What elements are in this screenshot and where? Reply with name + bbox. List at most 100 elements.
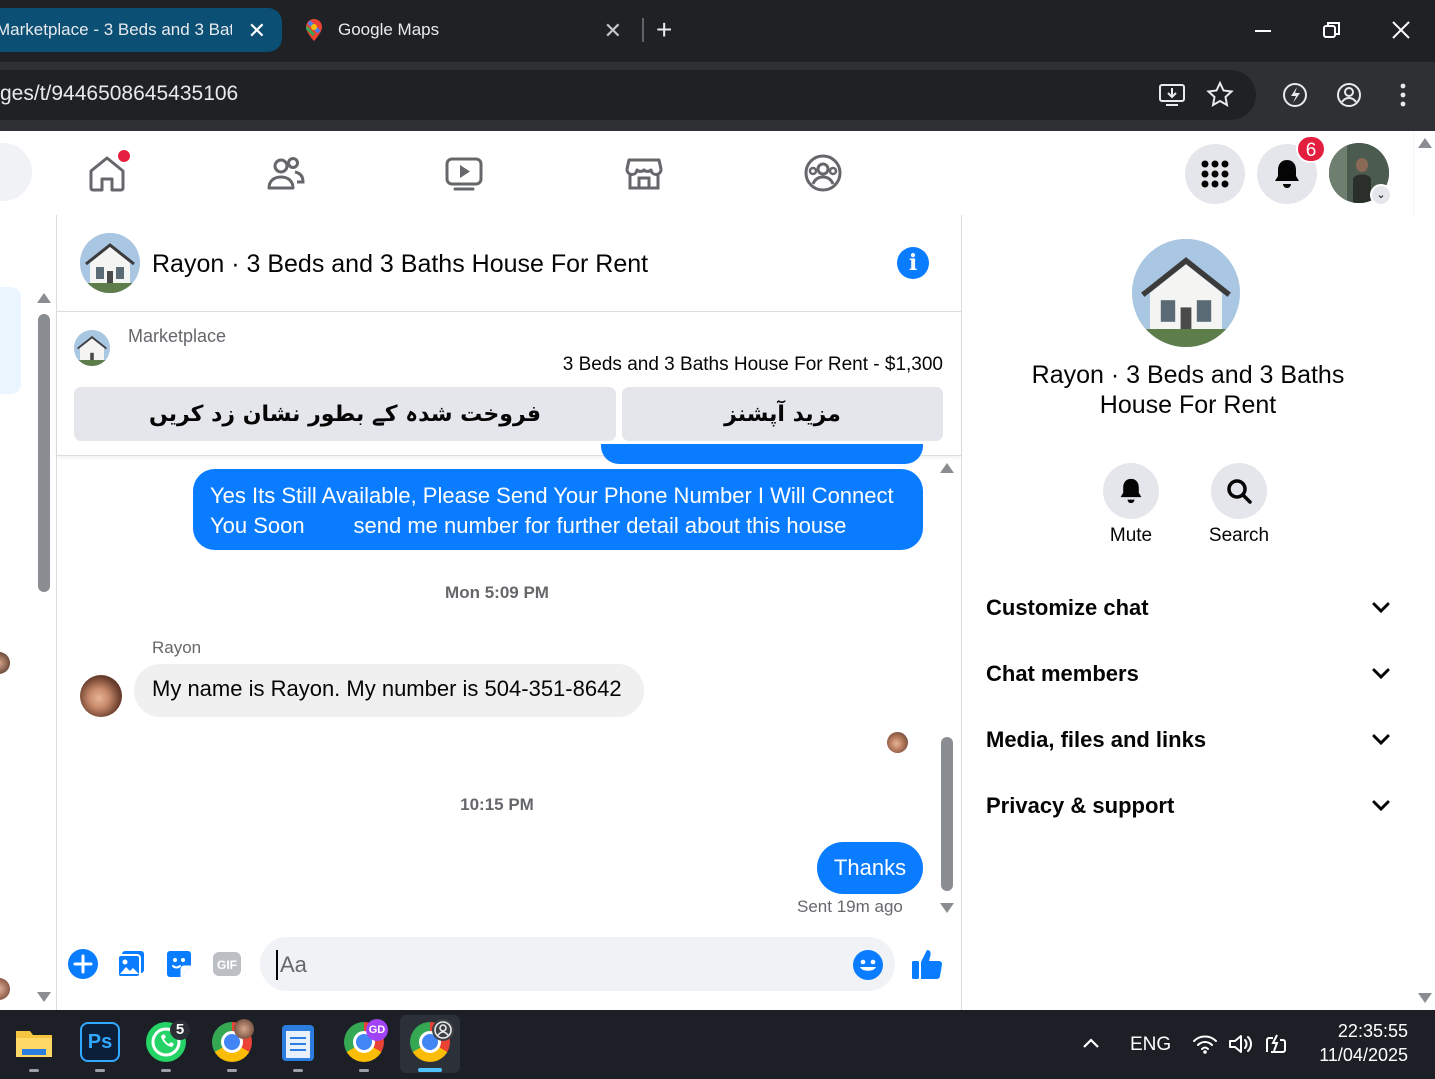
tab-close-icon[interactable]: ✕ (604, 18, 622, 44)
show-hidden-icons-chevron-up-icon[interactable] (1081, 1035, 1101, 1051)
tab-close-icon[interactable]: ✕ (248, 18, 266, 44)
clock-time[interactable]: 22:35:55 (1312, 1021, 1408, 1042)
marketplace-label: Marketplace (128, 326, 227, 346)
photo-icon[interactable] (115, 948, 147, 980)
close-window-icon[interactable] (1392, 21, 1410, 39)
chevron-down-icon (1372, 734, 1390, 746)
more-options-button[interactable]: مزید آپشنز (622, 387, 943, 441)
taskbar-running-indicator (293, 1069, 303, 1072)
notepad-icon[interactable] (282, 1025, 314, 1061)
taskbar-running-indicator (359, 1069, 369, 1072)
video-icon[interactable] (443, 152, 485, 194)
message-text: My name is Rayon. My number is 504-351-8… (152, 676, 622, 701)
file-explorer-icon[interactable] (14, 1025, 54, 1061)
volume-icon[interactable] (1228, 1033, 1254, 1055)
chat-scrollbar[interactable] (941, 737, 953, 891)
clock-date[interactable]: 11/04/2025 (1312, 1045, 1408, 1066)
tab-google-maps[interactable]: Google Maps ✕ (300, 8, 630, 52)
message-timestamp: Mon 5:09 PM (445, 583, 549, 602)
page-scroll-up-icon[interactable] (1418, 138, 1432, 148)
search-icon (1227, 479, 1252, 504)
section-label: Privacy & support (986, 793, 1175, 818)
account-chevron-down-icon[interactable]: ⌄ (1370, 184, 1392, 206)
section-customize-chat[interactable]: Customize chat (986, 588, 1391, 628)
photoshop-icon[interactable]: Ps (80, 1022, 120, 1062)
taskbar-running-indicator (161, 1069, 171, 1072)
taskbar-running-indicator (95, 1069, 105, 1072)
taskbar-running-indicator (227, 1069, 237, 1072)
mark-as-sold-button[interactable]: فروخت شدہ کے بطور نشان زد کریں (74, 387, 616, 441)
restore-icon[interactable] (1323, 21, 1341, 39)
chat-scroll-up-icon[interactable] (940, 463, 954, 473)
wifi-icon[interactable] (1192, 1033, 1218, 1055)
sender-avatar[interactable] (80, 675, 122, 717)
gif-icon[interactable]: GIF (211, 948, 243, 980)
battery-charging-icon[interactable] (1263, 1032, 1289, 1056)
message-sent-status: Sent 19m ago (797, 897, 903, 916)
taskbar-running-indicator (29, 1069, 39, 1072)
url-text[interactable]: ges/t/9446508645435106 (0, 82, 238, 106)
svg-text:GIF: GIF (217, 958, 237, 972)
message-bubble-outgoing[interactable]: Thanks (817, 842, 923, 894)
listing-title-price[interactable]: 3 Beds and 3 Baths House For Rent - $1,3… (563, 354, 943, 376)
sidebar-scroll-up-icon[interactable] (37, 293, 51, 303)
listing-avatar[interactable] (80, 233, 140, 293)
sidebar-scroll-down-icon[interactable] (37, 992, 51, 1002)
chrome-profile-badge: GD (366, 1019, 388, 1041)
listing-avatar-large[interactable] (1132, 239, 1240, 347)
chevron-down-icon (1372, 800, 1390, 812)
emoji-icon[interactable] (852, 949, 884, 981)
bell-icon (1120, 478, 1142, 504)
tab-marketplace[interactable]: Marketplace - 3 Beds and 3 Baths House F… (0, 8, 282, 52)
house-photo (80, 233, 140, 293)
listing-thumbnail[interactable] (74, 330, 110, 366)
message-text: You Soon send me number for further deta… (210, 513, 847, 538)
section-chat-members[interactable]: Chat members (986, 654, 1391, 694)
message-bubble-outgoing[interactable]: Yes Its Still Available, Please Send You… (193, 469, 923, 550)
message-text: Thanks (833, 855, 907, 880)
performance-icon[interactable] (1280, 80, 1310, 110)
section-label: Media, files and links (986, 727, 1207, 752)
sender-name: Rayon (152, 638, 202, 657)
menu-button[interactable] (1185, 144, 1245, 204)
minimize-icon[interactable] (1254, 22, 1272, 40)
message-bubble-outgoing-partial (601, 444, 923, 464)
menu-grid-icon (1201, 160, 1229, 188)
notification-count-badge: 6 (1296, 135, 1326, 163)
home-notification-dot (118, 150, 130, 162)
search-label: Search (1208, 525, 1270, 546)
mute-button[interactable] (1103, 463, 1159, 519)
details-title: Rayon · 3 Beds and 3 Baths House For Ren… (1031, 361, 1345, 419)
profile-icon[interactable] (1334, 80, 1364, 110)
section-privacy-support[interactable]: Privacy & support (986, 786, 1391, 826)
read-receipt-avatar (887, 732, 908, 753)
page-scroll-down-icon[interactable] (1418, 993, 1432, 1003)
message-bubble-incoming[interactable]: My name is Rayon. My number is 504-351-8… (134, 664, 644, 717)
conversation-title[interactable]: Rayon · 3 Beds and 3 Baths House For Ren… (152, 250, 648, 279)
friends-icon[interactable] (264, 152, 306, 194)
conversation-info-icon[interactable]: i (897, 247, 929, 279)
like-thumbs-up-icon[interactable] (910, 946, 946, 982)
groups-icon[interactable] (802, 152, 844, 194)
section-label: Chat members (986, 661, 1139, 686)
bell-icon (1275, 160, 1299, 188)
add-attachment-icon[interactable] (67, 948, 99, 980)
house-photo (74, 330, 110, 366)
house-photo (1132, 239, 1240, 347)
chat-scroll-down-icon[interactable] (940, 903, 954, 913)
mute-label: Mute (1109, 525, 1153, 546)
sidebar-scrollbar[interactable] (38, 314, 50, 592)
search-button[interactable] (1211, 463, 1267, 519)
selected-chat-highlight[interactable] (0, 287, 21, 394)
new-tab-button[interactable]: + (656, 14, 680, 45)
install-app-icon[interactable] (1157, 80, 1187, 110)
google-maps-pin-icon (306, 19, 322, 41)
input-language[interactable]: ENG (1130, 1034, 1171, 1056)
marketplace-icon[interactable] (623, 152, 665, 194)
section-media-files-links[interactable]: Media, files and links (986, 720, 1391, 760)
sticker-icon[interactable] (163, 948, 195, 980)
kebab-menu-icon[interactable] (1388, 80, 1418, 110)
chrome-profile-avatar (234, 1019, 254, 1039)
bookmark-star-icon[interactable] (1205, 80, 1235, 110)
message-input[interactable] (276, 950, 836, 980)
